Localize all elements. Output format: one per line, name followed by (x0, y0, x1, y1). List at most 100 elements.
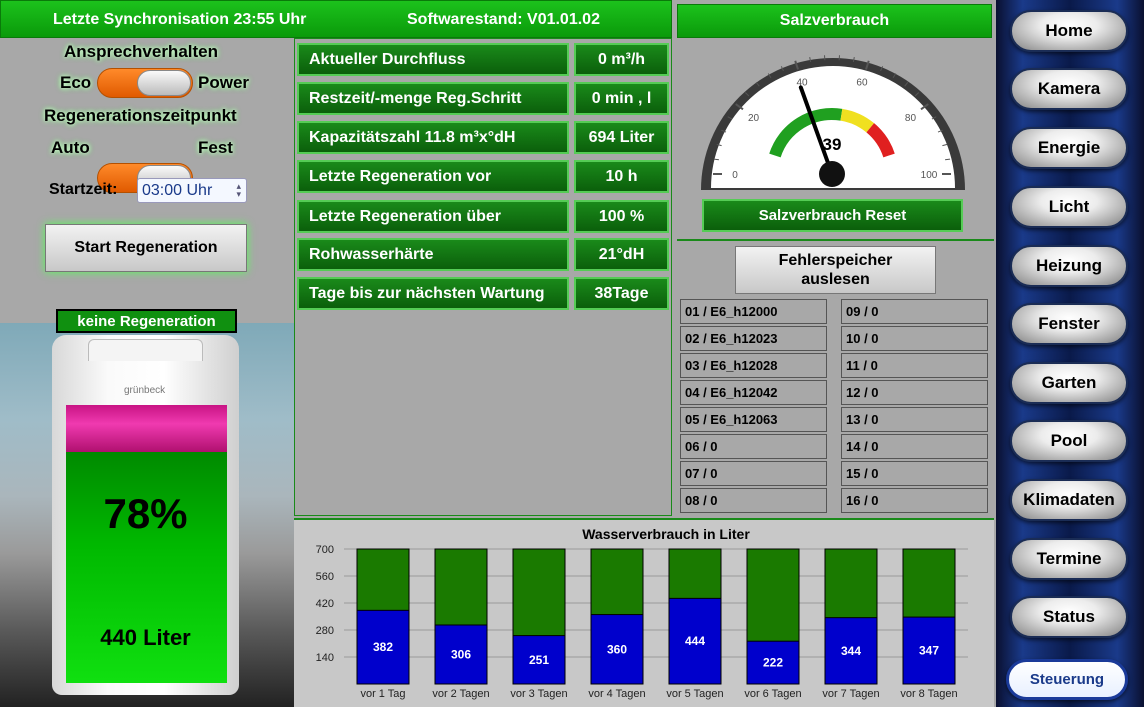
chart-data-label: 360 (607, 642, 627, 656)
chart-category-label: vor 7 Tagen (822, 688, 879, 700)
nav-label: Home (1045, 21, 1093, 40)
metric-label: Aktueller Durchfluss (297, 43, 569, 76)
header-bar: Letzte Synchronisation 23:55 Uhr Softwar… (0, 0, 672, 38)
salt-reset-label: Salzverbrauch Reset (758, 207, 907, 224)
divider-line (677, 239, 994, 241)
nav-fenster-button[interactable]: Fenster (1010, 303, 1128, 345)
sync-status: Letzte Synchronisation 23:55 Uhr (53, 11, 307, 28)
gauge-tick-label: 100 (921, 170, 938, 181)
start-regeneration-label: Start Regeneration (74, 239, 218, 256)
error-entry: 06 / 0 (680, 434, 827, 459)
nav-garten-button[interactable]: Garten (1010, 362, 1128, 404)
nav-label: Kamera (1037, 79, 1101, 98)
chart-category-label: vor 2 Tagen (432, 688, 489, 700)
error-entry: 14 / 0 (841, 434, 988, 459)
chart-category-label: vor 4 Tagen (588, 688, 645, 700)
power-label: Power (198, 73, 250, 92)
metric-value: 38Tage (574, 277, 669, 310)
gauge-tick-label: 60 (856, 78, 868, 89)
salt-gauge: 02040 6080100 39 (701, 55, 965, 190)
nav-status-button[interactable]: Status (1010, 596, 1128, 638)
gauge-tick-label: 80 (905, 113, 917, 124)
chart-ytick-label: 280 (316, 625, 334, 637)
gauge-tick (945, 158, 951, 161)
metric-label: Rohwasserhärte (297, 238, 569, 271)
nav-label: Klimadaten (1023, 490, 1115, 509)
error-entry: 01 / E6_h12000 (680, 299, 827, 324)
chart-ytick-label: 420 (316, 598, 334, 610)
auto-label: Auto (51, 138, 90, 157)
metric-value: 694 Liter (574, 121, 669, 154)
nav-label: Energie (1037, 138, 1101, 157)
error-entry: 09 / 0 (841, 299, 988, 324)
chart-category-label: vor 8 Tagen (900, 688, 957, 700)
metric-label: Restzeit/-menge Reg.Schritt (297, 82, 569, 115)
nav-heizung-button[interactable]: Heizung (1010, 245, 1128, 287)
error-entry: 10 / 0 (841, 326, 988, 351)
gauge-tick (713, 158, 719, 161)
chart-category-label: vor 1 Tag (360, 688, 405, 700)
water-usage-chart: Wasserverbrauch in Liter 140 280 420 560 700… (316, 526, 968, 700)
error-entry: 13 / 0 (841, 407, 988, 432)
nav-pool-button[interactable]: Pool (1010, 420, 1128, 462)
chart-data-label: 444 (685, 634, 705, 648)
metric-value: 10 h (574, 160, 669, 193)
nav-label: Fenster (1038, 314, 1100, 333)
metric-value: 100 % (574, 200, 669, 233)
error-entry: 12 / 0 (841, 380, 988, 405)
error-entry: 08 / 0 (680, 488, 827, 513)
eco-label: Eco (60, 73, 92, 92)
nav-label: Termine (1036, 549, 1102, 568)
salt-title: Salzverbrauch (779, 12, 890, 29)
error-entry: 16 / 0 (841, 488, 988, 513)
chart-category-label: vor 6 Tagen (744, 688, 801, 700)
chart-data-label: 382 (373, 640, 393, 654)
chart-data-label: 344 (841, 644, 861, 658)
nav-label: Status (1043, 607, 1095, 626)
chart-category-label: vor 5 Tagen (666, 688, 723, 700)
salt-reset-button[interactable]: Salzverbrauch Reset (702, 199, 963, 232)
error-entry: 15 / 0 (841, 461, 988, 486)
start-regeneration-button[interactable]: Start Regeneration (45, 224, 247, 272)
chart-category-label: vor 3 Tagen (510, 688, 567, 700)
chart-data-label: 347 (919, 644, 939, 658)
metric-value: 21°dH (574, 238, 669, 271)
error-entry: 11 / 0 (841, 353, 988, 378)
software-version: Softwarestand: V01.01.02 (407, 11, 600, 28)
nav-label: Garten (1041, 373, 1097, 392)
nav-active-label: Steuerung (1029, 671, 1105, 688)
device-brand: grünbeck (124, 385, 166, 396)
read-errors-button[interactable]: Fehlerspeicher auslesen (735, 246, 936, 294)
ansprech-label: Ansprechverhalten (64, 42, 218, 61)
metric-label: Tage bis zur nächsten Wartung (297, 277, 569, 310)
nav-energie-button[interactable]: Energie (1010, 127, 1128, 169)
metric-label: Letzte Regeneration vor (297, 160, 569, 193)
tank-liters: 440 Liter (100, 625, 191, 650)
nav-kamera-button[interactable]: Kamera (1010, 68, 1128, 110)
nav-label: Pool (1050, 431, 1088, 450)
error-entry: 02 / E6_h12023 (680, 326, 827, 351)
nav-home-button[interactable]: Home (1010, 10, 1128, 52)
error-entry: 05 / E6_h12063 (680, 407, 827, 432)
startzeit-select[interactable]: 03:00 Uhr ▴ ▾ (137, 178, 247, 203)
nav-active-steuerung[interactable]: Steuerung (1006, 659, 1128, 700)
gauge-tick-label: 20 (748, 113, 760, 124)
ansprech-toggle[interactable] (97, 68, 193, 98)
error-entry: 04 / E6_h12042 (680, 380, 827, 405)
chart-data-label: 306 (451, 647, 471, 661)
device-lid (88, 339, 203, 361)
error-entry: 03 / E6_h12028 (680, 353, 827, 378)
fest-label: Fest (198, 138, 233, 157)
tank-percent: 78% (103, 490, 188, 537)
softener-device: grünbeck 78% 440 Liter (52, 335, 239, 695)
select-arrow-icon: ▴ ▾ (236, 181, 241, 199)
metric-value: 0 min , l (574, 82, 669, 115)
metric-value: 0 m³/h (574, 43, 669, 76)
chart-ytick-label: 560 (316, 571, 334, 583)
startzeit-label: Startzeit: (49, 181, 118, 198)
chart-ytick-label: 700 (316, 544, 334, 556)
salt-level (66, 405, 227, 452)
nav-klimadaten-button[interactable]: Klimadaten (1010, 479, 1128, 521)
nav-termine-button[interactable]: Termine (1010, 538, 1128, 580)
nav-licht-button[interactable]: Licht (1010, 186, 1128, 228)
